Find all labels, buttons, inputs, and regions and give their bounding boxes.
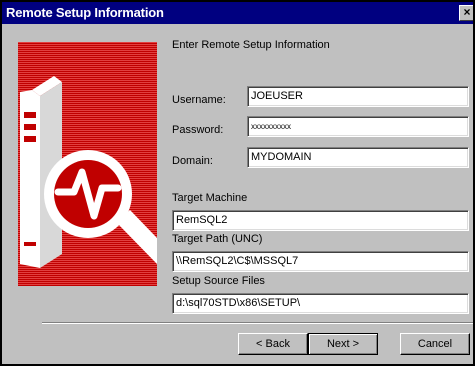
title-bar: Remote Setup Information × bbox=[2, 2, 473, 24]
remote-setup-dialog: Remote Setup Information × Enter Remote … bbox=[0, 0, 475, 366]
next-button[interactable]: Next > bbox=[308, 333, 378, 355]
target-path-label: Target Path (UNC) bbox=[172, 233, 263, 245]
separator bbox=[42, 322, 473, 324]
domain-label: Domain: bbox=[172, 155, 213, 167]
setup-source-field[interactable]: d:\sql70STD\x86\SETUP\ bbox=[172, 293, 469, 314]
target-path-field[interactable]: \\RemSQL2\C$\MSSQL7 bbox=[172, 251, 469, 272]
dialog-title: Remote Setup Information bbox=[6, 5, 164, 20]
target-machine-field[interactable]: RemSQL2 bbox=[172, 210, 469, 231]
wizard-banner bbox=[18, 42, 157, 286]
close-button[interactable]: × bbox=[459, 5, 473, 21]
cancel-button[interactable]: Cancel bbox=[400, 333, 470, 355]
server-magnifier-icon bbox=[20, 76, 157, 268]
password-label: Password: bbox=[172, 124, 224, 136]
page-heading: Enter Remote Setup Information bbox=[172, 39, 330, 51]
back-button[interactable]: < Back bbox=[238, 333, 308, 355]
username-field[interactable]: JOEUSER bbox=[247, 86, 469, 107]
setup-source-label: Setup Source Files bbox=[172, 275, 265, 287]
username-label: Username: bbox=[172, 94, 226, 106]
target-machine-label: Target Machine bbox=[172, 192, 248, 204]
password-field[interactable]: xxxxxxxxxx bbox=[247, 116, 469, 137]
domain-field[interactable]: MYDOMAIN bbox=[247, 147, 469, 168]
